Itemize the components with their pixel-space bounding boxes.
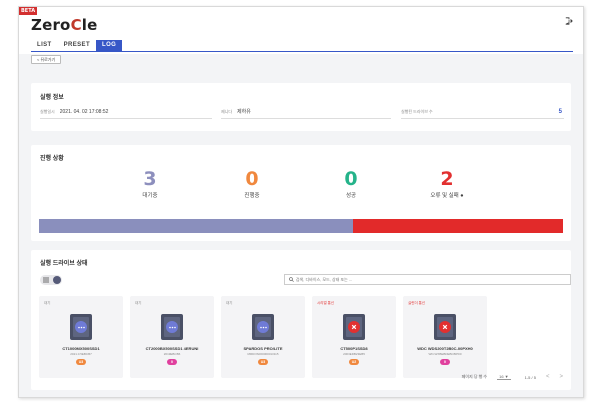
rows-per-page-label: 페이지 당 행 수 (461, 374, 488, 379)
back-button[interactable]: < 뒤로가기 (31, 55, 62, 64)
drive-tile[interactable]: 실린더 통신 WDC WDS200T2B0C-00PXH0 WD-WXBEBDEBC… (403, 296, 487, 378)
progress-bar-waiting (39, 219, 354, 233)
progress-title: 진행 상황 (40, 156, 64, 162)
next-page-button[interactable]: > (559, 374, 563, 380)
drive-name: SPARDOS PRO/LITE (243, 346, 283, 351)
stat-waiting-label: 대기중 (142, 193, 158, 199)
drive-search[interactable] (284, 274, 571, 285)
stat-success-value: 0 (344, 168, 358, 190)
drive-state: 실린더 통신 (408, 301, 426, 305)
drive-state: 시리얼 통신 (317, 301, 335, 305)
drive-serial: 2019EBCB6 (163, 352, 181, 356)
drive-name: CT2000BX500SSD1 4ERUNI (145, 346, 199, 351)
search-input[interactable] (295, 277, 570, 282)
drive-badge: U2 (349, 359, 359, 365)
drive-tile[interactable]: 시리얼 통신 CT500P1SSD8 2003EDB23EB5 U2 (312, 296, 396, 378)
drive-badge: U3 (76, 359, 86, 365)
stat-in-progress: 0 진행중 (212, 169, 292, 199)
info-drive-count-label: 실행된 드라이브 수 (401, 108, 433, 114)
progress-bar-error (353, 219, 563, 233)
tab-bar: LIST PRESET LOG (31, 40, 123, 51)
info-datetime-value: 2021. 04. 02 17:08:52 (59, 108, 109, 115)
drive-serial: WD-WXBEBDEBCBPD0 (428, 352, 462, 356)
drive-serial: MRDOS000000013115 (247, 352, 279, 356)
more-icon (77, 326, 85, 328)
prev-page-button[interactable]: < (546, 374, 550, 380)
execution-info-card: 실행 정보 실행일시 2021. 04. 02 17:08:52 제니다 제하유… (31, 83, 571, 131)
drive-status-card: 실행 드라이브 상태 대기 CT1000MX500SSD12021.0.5EBCB… (31, 250, 571, 390)
tab-list[interactable]: LIST (31, 40, 58, 51)
drive-name: CT500P1SSD8 (340, 346, 368, 351)
app-window: BETA ZeroCle LIST PRESET LOG < 뒤로가기 실행 정… (18, 6, 584, 398)
stat-success: 0 성공 (311, 169, 391, 199)
drive-icon (70, 314, 92, 340)
tab-underline (31, 51, 573, 52)
drive-icon (161, 314, 183, 340)
info-datetime: 실행일시 2021. 04. 02 17:08:52 (40, 105, 212, 119)
search-icon (289, 277, 294, 282)
drive-tile[interactable]: 대기 CT2000BX500SSD1 4ERUNI 2019EBCB6 0 (130, 296, 214, 378)
more-icon (168, 326, 176, 328)
tab-preset[interactable]: PRESET (58, 40, 96, 51)
stat-error-label: 오류 및 실패 ● (430, 193, 464, 199)
drive-icon (343, 314, 365, 340)
rows-per-page-select[interactable]: 16 ▼ (497, 374, 511, 380)
stat-error-value: 2 (440, 168, 454, 190)
view-toggle[interactable] (40, 275, 62, 285)
info-datetime-label: 실행일시 (40, 108, 55, 114)
stat-waiting-value: 3 (143, 168, 157, 190)
drive-badge: 0 (440, 359, 450, 365)
info-user-label: 제니다 (221, 108, 233, 114)
stat-success-label: 성공 (345, 193, 357, 199)
drive-icon (434, 314, 456, 340)
beta-badge: BETA (19, 7, 38, 15)
info-user: 제니다 제하유 (221, 105, 391, 119)
pagination: 페이지 당 행 수 16 ▼ 1-5 / 5 < > (462, 374, 563, 380)
drive-badge: 0 (167, 359, 177, 365)
tab-log[interactable]: LOG (96, 40, 123, 51)
app-logo[interactable]: ZeroCle (31, 16, 98, 34)
page-range: 1-5 / 5 (524, 374, 536, 380)
progress-card: 진행 상황 3 대기중 0 진행중 0 성공 2 오류 및 실패 ● (31, 145, 571, 241)
stat-waiting: 3 대기중 (110, 169, 190, 199)
drive-state: 대기 (44, 301, 51, 305)
drive-icon (252, 314, 274, 340)
drive-status-dot (439, 321, 451, 333)
drive-name: WDC WDS200T2B0C-00PXH0 (417, 346, 473, 351)
stat-in-progress-label: 진행중 (244, 193, 260, 199)
list-icon (43, 277, 49, 283)
drive-status-title: 실행 드라이브 상태 (40, 261, 88, 267)
logout-icon[interactable] (565, 17, 573, 25)
stat-in-progress-value: 0 (245, 168, 259, 190)
more-icon (259, 326, 267, 328)
stat-error: 2 오류 및 실패 ● (407, 169, 487, 199)
drive-badge: U3 (258, 359, 268, 365)
drive-status-dot (75, 321, 87, 333)
error-icon (351, 324, 357, 330)
grid-view-knob[interactable] (53, 276, 61, 284)
drive-tile[interactable]: 대기 SPARDOS PRO/LITE MRDOS000000013115 U3 (221, 296, 305, 378)
error-icon (442, 324, 448, 330)
info-user-value: 제하유 (237, 109, 251, 115)
drive-state: 대기 (226, 301, 233, 305)
drive-name: CT1000MX500SSD1 (62, 346, 100, 351)
info-drive-count: 실행된 드라이브 수 5 (401, 105, 564, 119)
drive-status-dot (257, 321, 269, 333)
drive-serial: 2021.0.5EBCB7 (70, 352, 92, 356)
drive-tile[interactable]: 대기 CT1000MX500SSD1 2021.0.5EBCB7 U3 (39, 296, 123, 378)
drive-status-dot (166, 321, 178, 333)
drive-serial: 2003EDB23EB5 (343, 352, 365, 356)
execution-info-title: 실행 정보 (40, 95, 64, 101)
info-drive-count-value: 5 (558, 108, 562, 115)
progress-bar (39, 219, 563, 233)
drive-state: 대기 (135, 301, 142, 305)
drive-status-dot (348, 321, 360, 333)
